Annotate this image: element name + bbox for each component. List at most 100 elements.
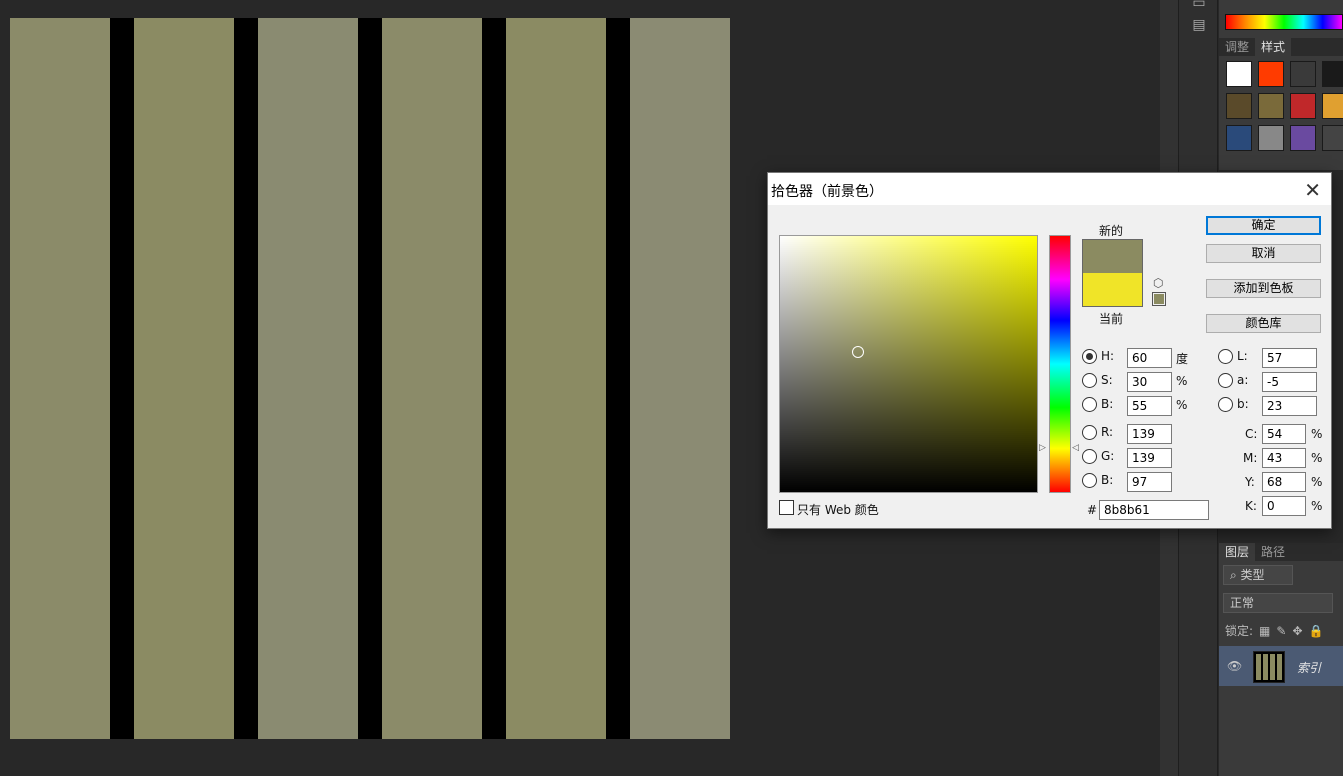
style-swatch[interactable] — [1226, 93, 1252, 119]
color-spectrum[interactable] — [1225, 14, 1343, 30]
layer-filter-label: 类型 — [1240, 568, 1265, 582]
cyan-unit: % — [1311, 427, 1323, 441]
cancel-button[interactable]: 取消 — [1206, 244, 1321, 263]
style-swatch[interactable] — [1258, 93, 1284, 119]
magenta-unit: % — [1311, 451, 1323, 465]
new-color-swatch — [1083, 240, 1142, 273]
canvas-stripe — [382, 18, 482, 739]
brightness-label: B: — [1101, 397, 1114, 411]
blend-mode-select[interactable]: 正常 — [1223, 593, 1333, 613]
web-colors-only-label: 只有 Web 颜色 — [797, 503, 879, 517]
hue-slider-left-arrow-icon[interactable]: ▷ — [1039, 443, 1046, 453]
lab-b-field[interactable]: 23 — [1262, 396, 1317, 416]
tab-adjustments[interactable]: 调整 — [1219, 38, 1255, 56]
style-swatch-grid — [1223, 58, 1343, 154]
layer-filter-select[interactable]: ⌕ 类型 — [1223, 565, 1293, 585]
style-swatch[interactable] — [1290, 93, 1316, 119]
style-swatch[interactable] — [1226, 125, 1252, 151]
lock-transparent-icon[interactable]: ▦ — [1259, 624, 1270, 638]
tab-styles[interactable]: 样式 — [1255, 38, 1292, 56]
visibility-eye-icon[interactable]: 👁 — [1227, 659, 1242, 673]
saturation-brightness-field[interactable] — [779, 235, 1038, 493]
radio-hue[interactable] — [1082, 349, 1097, 364]
hue-slider-right-arrow-icon[interactable]: ◁ — [1072, 443, 1079, 453]
layer-row[interactable]: 👁 索引 — [1219, 646, 1343, 686]
color-picker-cursor[interactable] — [852, 346, 864, 358]
radio-lab-b[interactable] — [1218, 397, 1233, 412]
style-swatch[interactable] — [1290, 61, 1316, 87]
radio-red[interactable] — [1082, 425, 1097, 440]
styles-panel-tabs: 调整 样式 — [1219, 38, 1343, 56]
cyan-label: C: — [1245, 427, 1258, 441]
lab-b-label: b: — [1237, 397, 1249, 411]
style-swatch[interactable] — [1322, 61, 1343, 87]
saturation-label: S: — [1101, 373, 1113, 387]
canvas-stripe — [10, 18, 110, 739]
canvas-stripe — [506, 18, 606, 739]
radio-green[interactable] — [1082, 449, 1097, 464]
saturation-unit: % — [1176, 374, 1188, 388]
web-colors-only-checkbox[interactable] — [779, 500, 794, 515]
layer-thumbnail — [1253, 651, 1285, 683]
hue-slider[interactable] — [1049, 235, 1071, 493]
color-libraries-button[interactable]: 颜色库 — [1206, 314, 1321, 333]
color-compare-swatch — [1082, 239, 1143, 307]
green-field[interactable]: 139 — [1127, 448, 1172, 468]
radio-saturation[interactable] — [1082, 373, 1097, 388]
web-safe-color-icon[interactable] — [1152, 292, 1166, 306]
blend-mode-value: 正常 — [1230, 596, 1255, 610]
properties-icon[interactable]: ▤ — [1191, 18, 1207, 32]
black-field[interactable]: 0 — [1262, 496, 1306, 516]
style-swatch[interactable] — [1322, 125, 1343, 151]
style-swatch[interactable] — [1226, 61, 1252, 87]
black-label: K: — [1245, 499, 1257, 513]
brightness-field[interactable]: 55 — [1127, 396, 1172, 416]
red-field[interactable]: 139 — [1127, 424, 1172, 444]
close-icon[interactable]: ✕ — [1304, 178, 1321, 202]
style-swatch[interactable] — [1258, 61, 1284, 87]
current-color-swatch[interactable] — [1083, 273, 1142, 306]
magenta-field[interactable]: 43 — [1262, 448, 1306, 468]
lab-a-field[interactable]: -5 — [1262, 372, 1317, 392]
hue-unit: 度 — [1176, 352, 1189, 366]
black-unit: % — [1311, 499, 1323, 513]
layers-panel: 图层 路径 ⌕ 类型 正常 锁定: ▦ ✎ ✥ 🔒 👁 索引 — [1219, 543, 1343, 776]
history-icon[interactable]: ▭ — [1191, 0, 1207, 10]
add-to-swatches-button[interactable]: 添加到色板 — [1206, 279, 1321, 298]
tab-layers[interactable]: 图层 — [1219, 543, 1256, 561]
style-swatch[interactable] — [1290, 125, 1316, 151]
canvas-stripe — [134, 18, 234, 739]
style-swatch[interactable] — [1322, 93, 1343, 119]
lock-all-icon[interactable]: 🔒 — [1309, 624, 1324, 638]
lock-pixels-icon[interactable]: ✎ — [1276, 624, 1286, 638]
blue-field[interactable]: 97 — [1127, 472, 1172, 492]
brightness-unit: % — [1176, 398, 1188, 412]
radio-lab-a[interactable] — [1218, 373, 1233, 388]
blue-label: B: — [1101, 473, 1114, 487]
document-canvas[interactable] — [10, 18, 730, 739]
lab-l-label: L: — [1237, 349, 1248, 363]
layer-name[interactable]: 索引 — [1297, 659, 1321, 676]
hue-label: H: — [1101, 349, 1115, 363]
cube-icon[interactable]: ⬡ — [1153, 276, 1163, 290]
hex-label: # — [1087, 503, 1098, 517]
yellow-unit: % — [1311, 475, 1323, 489]
canvas-stripe — [630, 18, 730, 739]
style-swatch[interactable] — [1258, 125, 1284, 151]
lock-label: 锁定: — [1225, 624, 1254, 638]
hex-field[interactable]: 8b8b61 — [1099, 500, 1209, 520]
radio-lightness[interactable] — [1218, 349, 1233, 364]
color-picker-dialog: 拾色器（前景色） ✕ ▷ ◁ 新的 当前 ⬡ 确定 取消 添加到色板 颜色库 H… — [767, 172, 1332, 529]
yellow-field[interactable]: 68 — [1262, 472, 1306, 492]
saturation-field[interactable]: 30 — [1127, 372, 1172, 392]
hue-field[interactable]: 60 — [1127, 348, 1172, 368]
cyan-field[interactable]: 54 — [1262, 424, 1306, 444]
new-color-label: 新的 — [1099, 224, 1124, 238]
tab-paths[interactable]: 路径 — [1255, 543, 1291, 561]
dialog-titlebar: 拾色器（前景色） ✕ — [768, 173, 1331, 205]
ok-button[interactable]: 确定 — [1206, 216, 1321, 235]
radio-brightness[interactable] — [1082, 397, 1097, 412]
lock-position-icon[interactable]: ✥ — [1292, 624, 1302, 638]
radio-blue[interactable] — [1082, 473, 1097, 488]
lab-l-field[interactable]: 57 — [1262, 348, 1317, 368]
